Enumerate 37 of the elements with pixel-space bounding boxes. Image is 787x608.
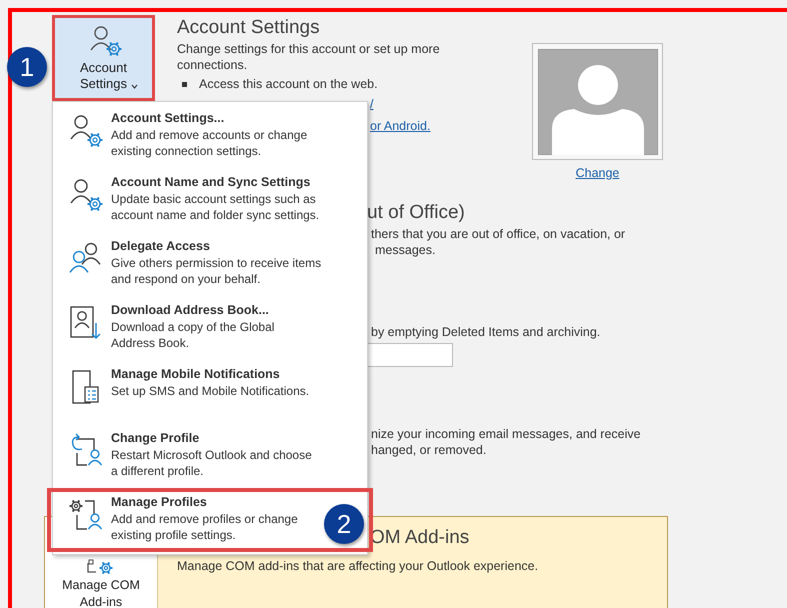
step-badge: 1	[7, 47, 47, 87]
menu-item-title: Download Address Book...	[111, 302, 270, 319]
menu-item-title: Account Settings...	[111, 110, 226, 127]
menu-item-description: Add and remove accounts or change existing connection settings.	[111, 127, 308, 159]
menu-item-title: Manage Profiles	[111, 494, 208, 511]
menu-item-title: Delegate Access	[111, 238, 211, 255]
menu-item-description: Give others permission to receive items and respond on your behalf.	[111, 255, 322, 287]
menu-item[interactable]: Delegate Access Give others permission to receive items and respond on your behalf.	[53, 236, 367, 292]
menu-item[interactable]: Account Name and Sync Settings Update basic account settings such as account name and folder sync settings.	[53, 172, 367, 228]
section-text: thers that you are out of office, on vacation, or	[370, 226, 626, 242]
caret-icon	[131, 84, 138, 89]
section-description: Manage COM add-ins that are affecting your Outlook experience.	[177, 558, 538, 574]
menu-item-title: Change Profile	[111, 430, 200, 447]
menu-item[interactable]: Change Profile Restart Microsoft Outlook and choose a different profile.	[53, 428, 367, 484]
link[interactable]: or Android.	[370, 119, 430, 133]
section-text: by emptying Deleted Items and archiving.	[370, 324, 602, 340]
menu-item-title: Manage Mobile Notifications	[111, 366, 281, 383]
menu-item[interactable]: Download Address Book... Download a copy of the Global Address Book.	[53, 300, 367, 356]
bullet-text: Access this account on the web.	[199, 77, 378, 91]
menu-item-description: Restart Microsoft Outlook and choose a different profile.	[111, 447, 312, 479]
section-title: ut of Office)	[367, 201, 466, 225]
section-text: hanged, or removed.	[370, 442, 488, 458]
menu-item-description: Update basic account settings such as account name and folder sync settings.	[111, 191, 320, 223]
change-link[interactable]: Change	[576, 166, 620, 180]
section-text: messages.	[374, 242, 436, 258]
text-field[interactable]	[367, 343, 453, 367]
section-title: Account Settings	[177, 16, 321, 40]
link[interactable]: /	[370, 97, 374, 111]
menu-item-title: Account Name and Sync Settings	[111, 174, 312, 191]
bullet-icon	[182, 82, 187, 86]
menu-item[interactable]: Account Settings... Add and remove accounts or change existing connection settings.	[53, 108, 367, 164]
menu-item-description: Set up SMS and Mobile Notifications.	[111, 383, 310, 399]
section-description: Change settings for this account or set up more connections.	[177, 41, 441, 73]
section-text: nize your incoming email messages, and receive	[370, 426, 642, 442]
menu-item[interactable]: Manage Mobile Notifications Set up SMS and Mobile Notifications.	[53, 364, 367, 420]
menu-item-description: Download a copy of the Global Address Book.	[111, 319, 274, 351]
account-settings-button[interactable]: Account Settings	[52, 15, 155, 101]
